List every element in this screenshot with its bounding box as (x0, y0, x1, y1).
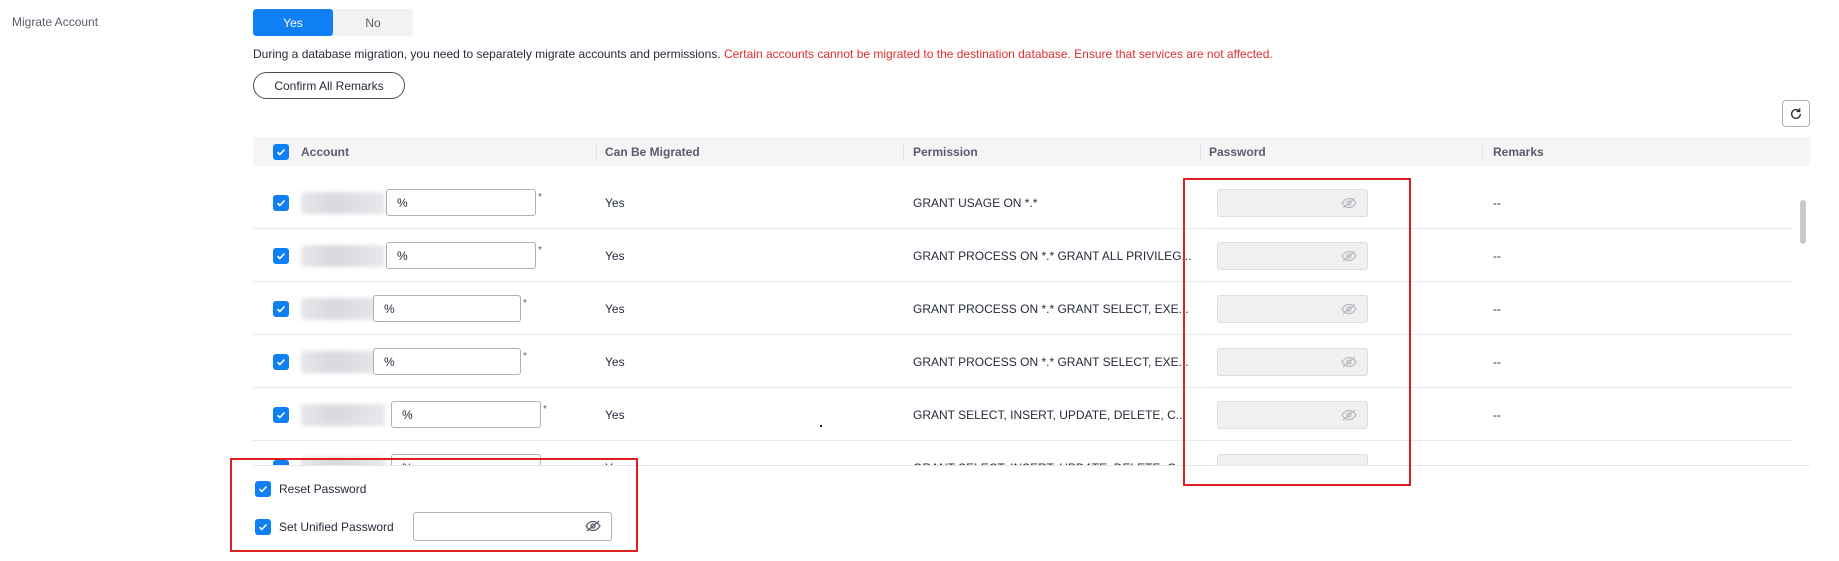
permission-value: GRANT PROCESS ON *.* GRANT SELECT, EXE..… (913, 354, 1189, 369)
checkmark-icon (276, 411, 286, 419)
can-be-migrated-value: Yes (605, 301, 625, 316)
table-header: Account Can Be Migrated Permission Passw… (253, 137, 1810, 166)
migrate-yes-option[interactable]: Yes (253, 9, 333, 36)
unified-password-input[interactable] (413, 512, 612, 541)
column-header-remarks: Remarks (1493, 144, 1544, 159)
row-checkbox[interactable] (273, 407, 289, 423)
checkmark-icon (276, 148, 286, 156)
reset-password-option[interactable]: Reset Password (255, 481, 366, 497)
row-checkbox[interactable] (273, 195, 289, 211)
remarks-value: -- (1493, 407, 1501, 422)
checkmark-icon (276, 252, 286, 260)
confirm-all-remarks-button[interactable]: Confirm All Remarks (253, 72, 405, 99)
migrate-account-toggle[interactable]: Yes No (253, 9, 413, 36)
host-input[interactable]: % (373, 295, 521, 322)
migrate-account-label: Migrate Account (12, 15, 99, 29)
row-checkbox[interactable] (273, 354, 289, 370)
migration-notice: During a database migration, you need to… (253, 47, 1273, 61)
remarks-value: -- (1493, 301, 1501, 316)
host-input[interactable]: % (391, 401, 541, 428)
permission-value: GRANT PROCESS ON *.* GRANT SELECT, EXE..… (913, 301, 1189, 316)
column-header-account: Account (301, 144, 349, 159)
migrate-no-option[interactable]: No (333, 9, 413, 36)
row-checkbox[interactable] (273, 301, 289, 317)
can-be-migrated-value: Yes (605, 407, 625, 422)
remarks-value: -- (1493, 441, 1501, 466)
table-row: % * Yes GRANT PROCESS ON *.* GRANT ALL P… (253, 229, 1793, 282)
checkmark-icon (276, 358, 286, 366)
can-be-migrated-value: Yes (605, 195, 625, 210)
permission-value: GRANT USAGE ON *.* (913, 195, 1038, 210)
remarks-value: -- (1493, 354, 1501, 369)
table-row: % * Yes GRANT SELECT, INSERT, UPDATE, DE… (253, 388, 1793, 441)
host-input[interactable]: % (386, 189, 536, 216)
permission-value: GRANT PROCESS ON *.* GRANT ALL PRIVILEG.… (913, 248, 1192, 263)
notice-text: During a database migration, you need to… (253, 47, 721, 61)
set-unified-password-checkbox[interactable] (255, 519, 271, 535)
set-unified-password-label: Set Unified Password (279, 520, 394, 534)
reset-password-checkbox[interactable] (255, 481, 271, 497)
password-column-highlight (1183, 178, 1411, 486)
can-be-migrated-value: Yes (605, 248, 625, 263)
table-row: % * Yes GRANT USAGE ON *.* -- (253, 176, 1793, 229)
checkmark-icon (276, 305, 286, 313)
can-be-migrated-value: Yes (605, 354, 625, 369)
remarks-value: -- (1493, 248, 1501, 263)
permission-value: GRANT SELECT, INSERT, UPDATE, DELETE, C.… (913, 441, 1193, 466)
table-row: % * Yes GRANT PROCESS ON *.* GRANT SELEC… (253, 335, 1793, 388)
select-all-checkbox[interactable] (273, 137, 289, 166)
column-header-permission: Permission (913, 144, 978, 159)
table-row: % * Yes GRANT PROCESS ON *.* GRANT SELEC… (253, 282, 1793, 335)
table-scrollbar[interactable] (1800, 200, 1806, 244)
set-unified-password-option[interactable]: Set Unified Password (255, 519, 394, 535)
reset-password-label: Reset Password (279, 482, 367, 496)
checkmark-icon (258, 485, 268, 493)
checkmark-icon (258, 523, 268, 531)
refresh-button[interactable] (1782, 100, 1810, 127)
column-header-password: Password (1209, 144, 1266, 159)
remarks-value: -- (1493, 195, 1501, 210)
eye-hidden-icon[interactable] (585, 520, 601, 532)
account-name-redacted (301, 404, 385, 426)
account-name-redacted (301, 192, 385, 214)
row-checkbox[interactable] (273, 248, 289, 264)
checkmark-icon (276, 199, 286, 207)
account-name-redacted (301, 245, 385, 267)
host-input[interactable]: % (373, 348, 521, 375)
refresh-icon (1790, 107, 1802, 119)
column-header-can-be-migrated: Can Be Migrated (605, 144, 700, 159)
table-body: % * Yes GRANT USAGE ON *.* -- % * Yes GR… (253, 176, 1810, 466)
notice-warning: Certain accounts cannot be migrated to t… (723, 47, 1273, 61)
permission-value: GRANT SELECT, INSERT, UPDATE, DELETE, C.… (913, 407, 1186, 422)
host-input[interactable]: % (386, 242, 536, 269)
